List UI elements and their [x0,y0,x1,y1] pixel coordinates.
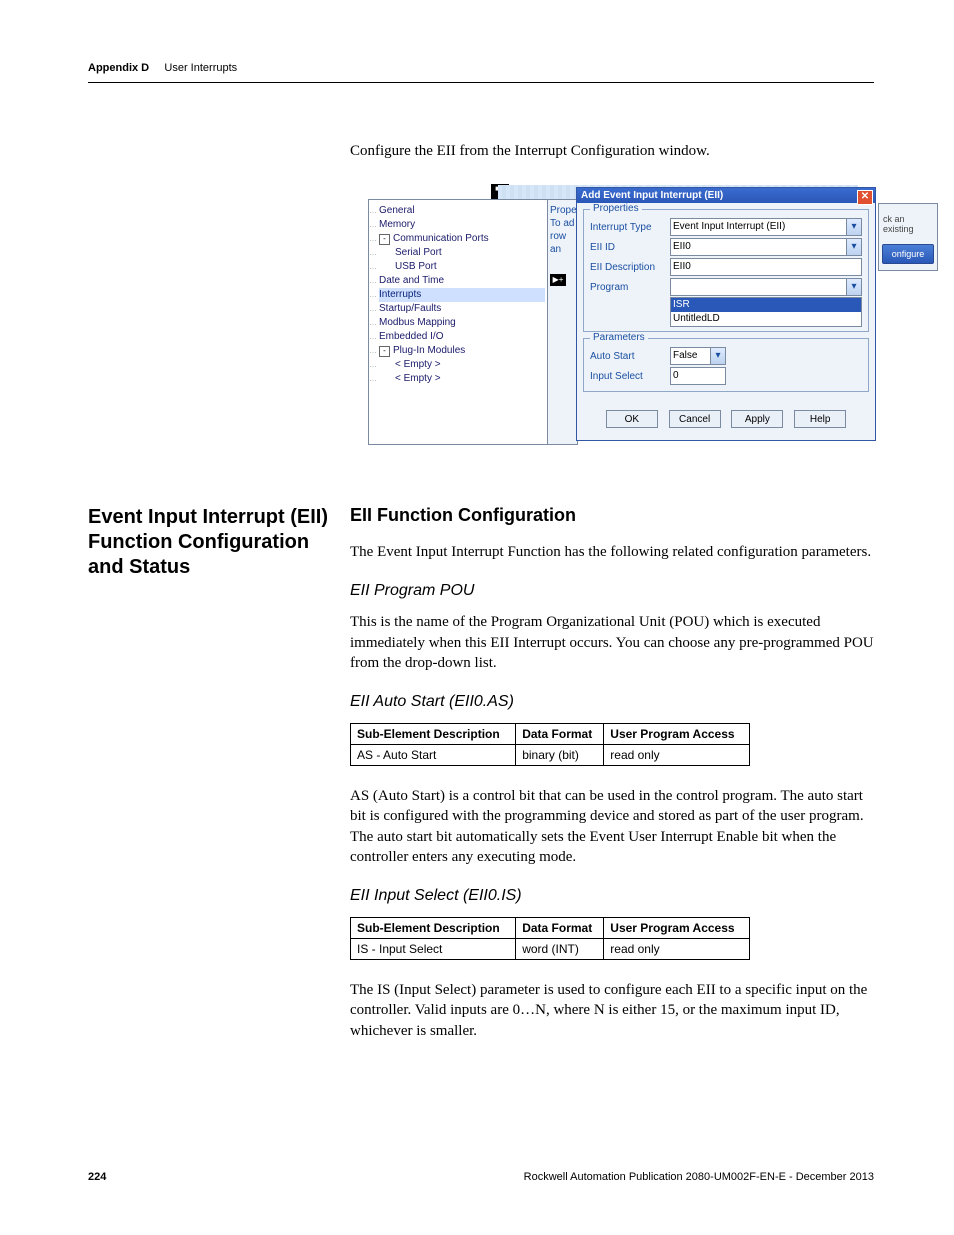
parameters-group: Parameters Auto Start False ▾ Input Sele… [583,338,869,392]
properties-group: Properties Interrupt Type Event Input In… [583,209,869,332]
intro-text: Configure the EII from the Interrupt Con… [350,143,874,160]
chevron-down-icon[interactable]: ▾ [710,348,725,364]
page-footer: 224 Rockwell Automation Publication 2080… [88,1171,874,1183]
eii-id-select[interactable]: EII0 ▾ [670,238,862,256]
interrupt-type-select[interactable]: Event Input Interrupt (EII) ▾ [670,218,862,236]
close-icon[interactable]: ✕ [857,190,873,205]
side-label: ck an existing [881,210,935,238]
cancel-button[interactable]: Cancel [669,410,721,428]
publication-info: Rockwell Automation Publication 2080-UM0… [524,1171,874,1183]
configure-button[interactable]: onfigure [882,244,934,264]
table-cell: AS - Auto Start [351,745,516,766]
body-paragraph: The Event Input Interrupt Function has t… [350,542,874,562]
field-label: EII Description [590,262,670,273]
body-paragraph: This is the name of the Program Organiza… [350,612,874,673]
section-side-heading: Event Input Interrupt (EII) Function Con… [88,505,350,1061]
table-cell: IS - Input Select [351,939,516,960]
body-paragraph: The IS (Input Select) parameter is used … [350,980,874,1041]
field-label: EII ID [590,242,670,253]
tree-item[interactable]: < Empty > [379,358,545,372]
table-header: Data Format [516,918,604,939]
group-legend: Properties [590,203,642,214]
table-header: User Program Access [604,918,750,939]
tree-item[interactable]: Embedded I/O [379,330,545,344]
tree-item[interactable]: -Communication Ports [379,232,545,246]
field-label: Interrupt Type [590,222,670,233]
table-header: Sub-Element Description [351,724,516,745]
properties-strip: Properti To ad row an ▶+ [548,199,578,445]
table-header: User Program Access [604,724,750,745]
table-row: AS - Auto Start binary (bit) read only [351,745,750,766]
strip-text: Properti [550,204,575,217]
apply-button[interactable]: Apply [731,410,783,428]
table-header: Sub-Element Description [351,918,516,939]
strip-text: To ad [550,217,575,230]
field-label: Auto Start [590,351,670,362]
nav-tree[interactable]: General Memory -Communication Ports Seri… [368,199,548,445]
table-cell: binary (bit) [516,745,604,766]
tree-item[interactable]: General [379,204,545,218]
table-cell: read only [604,745,750,766]
tree-item[interactable]: Date and Time [379,274,545,288]
chevron-down-icon[interactable]: ▾ [846,279,861,295]
dropdown-option[interactable]: ISR [671,298,861,312]
collapse-icon[interactable]: - [379,234,390,245]
dialog-title: Add Event Input Interrupt (EII) [577,188,875,203]
input-select-input[interactable]: 0 [670,367,726,385]
body-paragraph: AS (Auto Start) is a control bit that ca… [350,786,874,867]
chevron-down-icon[interactable]: ▾ [846,219,861,235]
strip-text: row an [550,230,575,256]
param-heading: EII Program POU [350,582,874,600]
tree-item[interactable]: Startup/Faults [379,302,545,316]
page-number: 224 [88,1171,106,1183]
tree-item[interactable]: Memory [379,218,545,232]
header-rule [88,82,874,83]
program-select[interactable]: ▾ [670,278,862,296]
eii-description-input[interactable]: EII0 [670,258,862,276]
param-heading: EII Auto Start (EII0.AS) [350,693,874,711]
tree-item[interactable]: < Empty > [379,372,545,386]
auto-start-select[interactable]: False ▾ [670,347,726,365]
running-header: Appendix D User Interrupts [88,62,874,74]
table-header: Data Format [516,724,604,745]
header-title: User Interrupts [164,62,237,74]
program-dropdown-list[interactable]: ISR UntitledLD [670,297,862,327]
dropdown-option[interactable]: UntitledLD [671,312,861,326]
auto-start-table: Sub-Element Description Data Format User… [350,723,750,766]
config-screenshot: ■● General Memory -Communication Ports S… [368,185,938,445]
table-cell: word (INT) [516,939,604,960]
expand-icon[interactable]: ▶+ [550,274,566,286]
tree-item-selected[interactable]: Interrupts [379,288,545,302]
help-button[interactable]: Help [794,410,846,428]
tree-item[interactable]: -Plug-In Modules [379,344,545,358]
tree-item[interactable]: Modbus Mapping [379,316,545,330]
collapse-icon[interactable]: - [379,346,390,357]
tree-item[interactable]: Serial Port [379,246,545,260]
side-panel: ck an existing onfigure [878,203,938,271]
tree-item[interactable]: USB Port [379,260,545,274]
group-legend: Parameters [590,332,648,343]
dialog-buttons: OK Cancel Apply Help [577,410,875,428]
field-label: Input Select [590,371,670,382]
input-select-table: Sub-Element Description Data Format User… [350,917,750,960]
param-heading: EII Input Select (EII0.IS) [350,887,874,905]
table-cell: read only [604,939,750,960]
field-label: Program [590,282,670,293]
subsection-heading: EII Function Configuration [350,505,874,526]
chevron-down-icon[interactable]: ▾ [846,239,861,255]
appendix-label: Appendix D [88,62,149,74]
table-row: IS - Input Select word (INT) read only [351,939,750,960]
add-eii-dialog: Add Event Input Interrupt (EII) ✕ Proper… [576,187,876,441]
ok-button[interactable]: OK [606,410,658,428]
